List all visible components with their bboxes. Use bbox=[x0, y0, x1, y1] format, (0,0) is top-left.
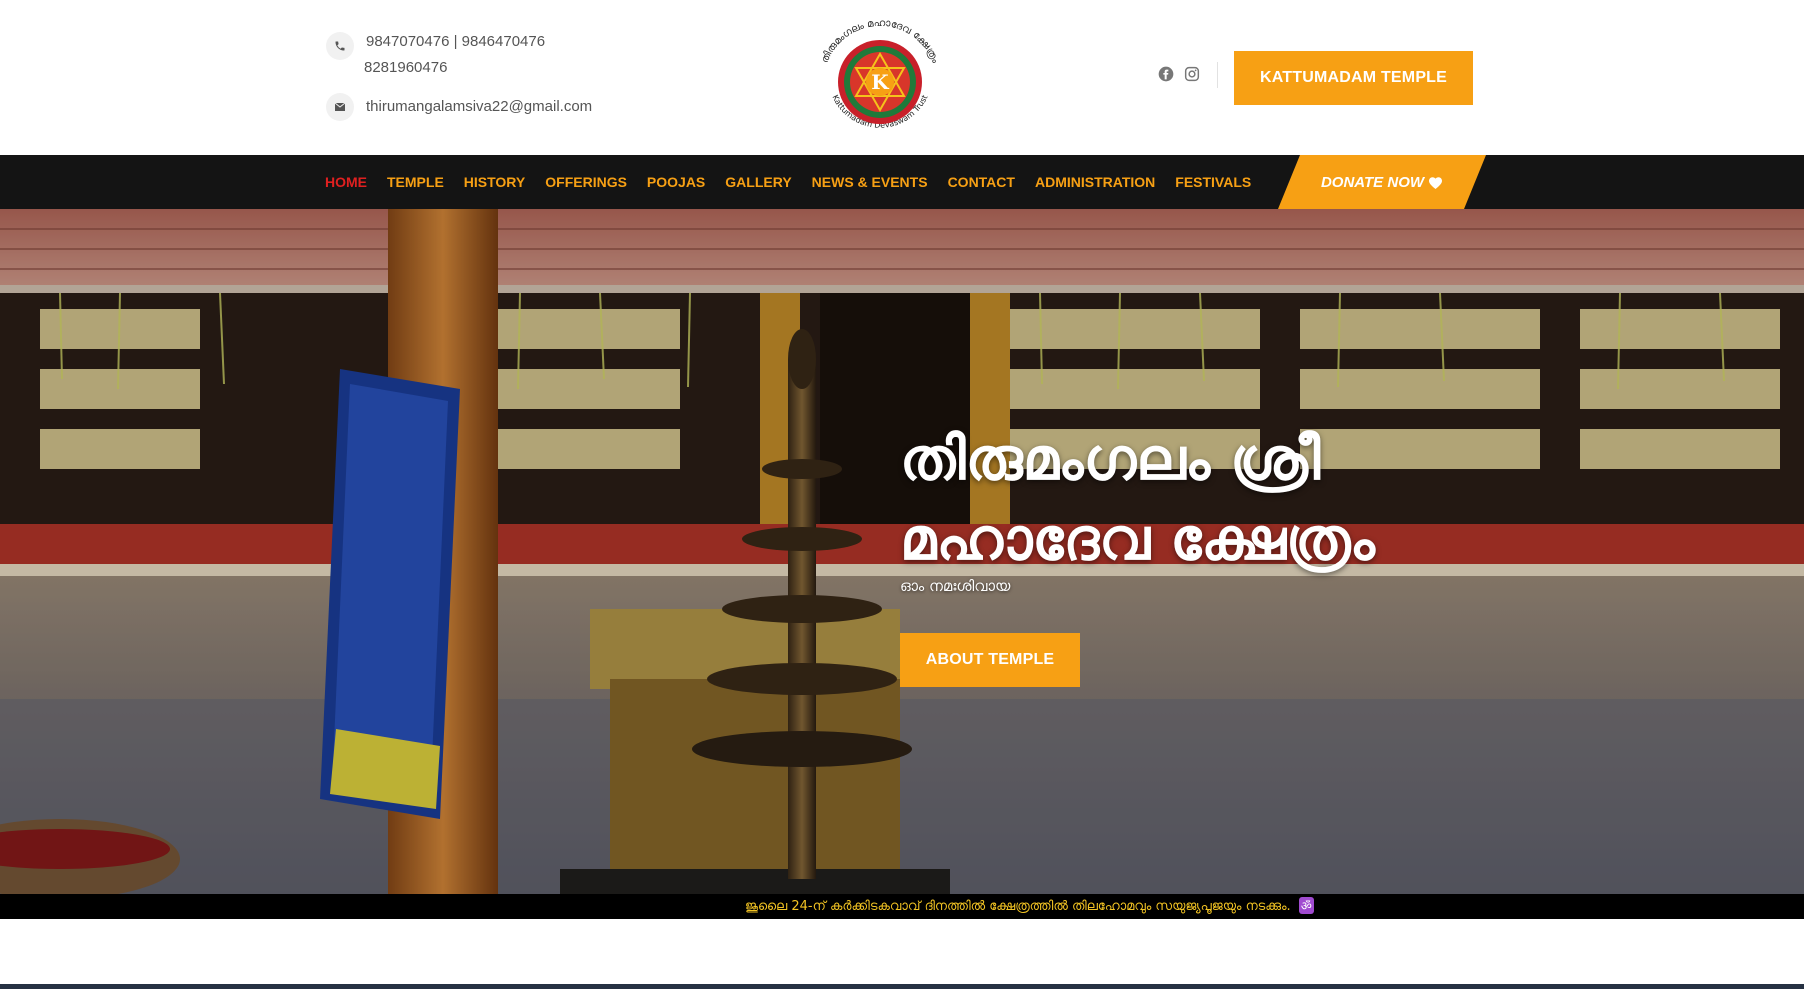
om-icon: ॐ bbox=[1298, 897, 1314, 914]
nav-item-offerings[interactable]: OFFERINGS bbox=[545, 174, 627, 190]
hero-banner: തിരുമംഗലം ശ്രീ മഹാദേവ ക്ഷേത്രം ഓം നമഃശിവ… bbox=[0, 209, 1804, 894]
hero-title-line-1: തിരുമംഗലം ശ്രീ bbox=[900, 425, 1321, 493]
donate-label: DONATE NOW bbox=[1320, 173, 1425, 191]
instagram-icon[interactable] bbox=[1184, 66, 1200, 82]
temple-logo[interactable]: തിരുമംഗലം മഹാദേവ ക്ഷേത്രം Kattumadam Dev… bbox=[810, 18, 950, 144]
phone-numbers: 9847070476 | 9846470476 8281960476 bbox=[364, 29, 545, 81]
ticker-text: ജൂലൈ 24-ന് കർക്കിടകവാവ് ദിനത്തിൽ ക്ഷേത്ര… bbox=[745, 899, 1291, 914]
top-header: 9847070476 | 9846470476 8281960476 thiru… bbox=[0, 0, 1804, 155]
phone-contact: 9847070476 | 9846470476 8281960476 bbox=[326, 32, 545, 81]
phone-line-1[interactable]: 9847070476 | 9846470476 bbox=[366, 29, 545, 55]
heart-icon bbox=[1428, 176, 1443, 189]
nav-item-temple[interactable]: TEMPLE bbox=[387, 174, 444, 190]
news-ticker: ജൂലൈ 24-ന് കർക്കിടകവാവ് ദിനത്തിൽ ക്ഷേത്ര… bbox=[0, 894, 1804, 919]
envelope-icon bbox=[326, 93, 354, 121]
nav-item-history[interactable]: HISTORY bbox=[464, 174, 525, 190]
nav-item-festivals[interactable]: FESTIVALS bbox=[1175, 174, 1251, 190]
nav-item-poojas[interactable]: POOJAS bbox=[647, 174, 705, 190]
logo-letter: K bbox=[871, 70, 889, 94]
nav-item-home[interactable]: HOME bbox=[325, 174, 367, 190]
hero-subtitle: ഓം നമഃശിവായ bbox=[900, 577, 1011, 595]
email-address[interactable]: thirumangalamsiva22@gmail.com bbox=[366, 94, 592, 120]
email-contact: thirumangalamsiva22@gmail.com bbox=[326, 93, 592, 121]
nav-item-news-events[interactable]: NEWS & EVENTS bbox=[812, 174, 928, 190]
about-temple-button[interactable]: ABOUT TEMPLE bbox=[900, 633, 1080, 687]
nav-menu: HOME TEMPLE HISTORY OFFERINGS POOJAS GAL… bbox=[325, 155, 1271, 209]
ticker-message[interactable]: ജൂലൈ 24-ന് കർക്കിടകവാവ് ദിനത്തിൽ ക്ഷേത്ര… bbox=[745, 897, 1314, 914]
phone-icon bbox=[326, 32, 354, 60]
bottom-strip bbox=[0, 984, 1804, 989]
donate-now-button[interactable]: DONATE NOW bbox=[1278, 155, 1486, 209]
nav-item-administration[interactable]: ADMINISTRATION bbox=[1035, 174, 1155, 190]
social-links bbox=[1158, 66, 1200, 82]
nav-item-contact[interactable]: CONTACT bbox=[948, 174, 1015, 190]
facebook-icon[interactable] bbox=[1158, 66, 1174, 82]
hero-title: തിരുമംഗലം ശ്രീ മഹാദേവ ക്ഷേത്രം bbox=[900, 419, 1600, 579]
nav-item-gallery[interactable]: GALLERY bbox=[725, 174, 791, 190]
hero-title-line-2: മഹാദേവ ക്ഷേത്രം bbox=[900, 505, 1375, 573]
header-divider bbox=[1217, 62, 1218, 88]
donate-label-wrap[interactable]: DONATE NOW bbox=[1278, 155, 1486, 209]
phone-line-2[interactable]: 8281960476 bbox=[364, 55, 545, 81]
main-navigation: HOME TEMPLE HISTORY OFFERINGS POOJAS GAL… bbox=[0, 155, 1804, 209]
kattumadam-temple-button[interactable]: KATTUMADAM TEMPLE bbox=[1234, 51, 1473, 105]
